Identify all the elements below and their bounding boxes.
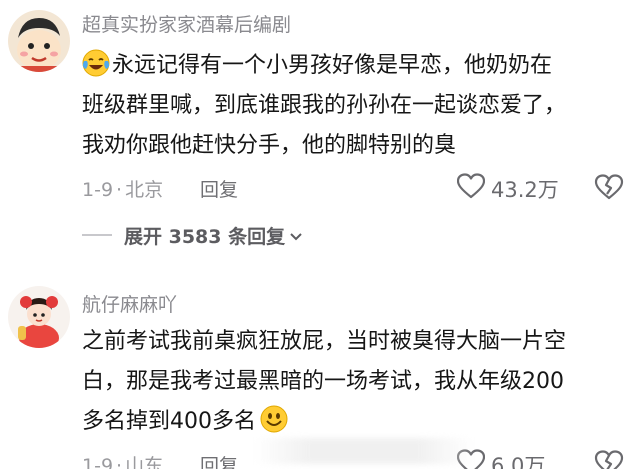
heart-icon [456, 173, 486, 204]
like-button[interactable]: 43.2万 [456, 173, 559, 204]
watermark [254, 438, 474, 464]
like-count: 43.2万 [491, 177, 559, 202]
divider-line [82, 234, 112, 236]
expand-replies-label: 展开 3583 条回复 [124, 225, 286, 248]
comment-text: 之前考试我前桌疯狂放屁，当时被臭得大脑一片空 白，那是我考过最黑暗的一场考试，我… [82, 322, 630, 442]
expand-replies-button[interactable]: 展开 3583 条回复 [82, 220, 303, 250]
comment-meta: 1-9 · 北京 回复 43.2万 [82, 173, 634, 203]
date-location: 1-9 · 山东 [82, 451, 163, 469]
comment-line: 永远记得有一个小男孩好像是早恋，他奶奶在 [82, 46, 630, 86]
crying-laughing-emoji-icon [82, 49, 110, 77]
reply-button[interactable]: 回复 [200, 175, 238, 202]
comment-date: 1-9 [82, 455, 114, 469]
comment-line: 之前考试我前桌疯狂放屁，当时被臭得大脑一片空 [82, 329, 567, 354]
username[interactable]: 航仔麻麻吖 [82, 290, 177, 317]
comment-line: 班级群里喊，到底谁跟我的孙孙在一起谈恋爱了， [82, 93, 567, 118]
comment-text: 永远记得有一个小男孩好像是早恋，他奶奶在 班级群里喊，到底谁跟我的孙孙在一起谈恋… [82, 46, 630, 166]
avatar[interactable] [8, 286, 70, 348]
dislike-button[interactable] [594, 173, 624, 206]
comment-line: 我劝你跟他赶快分手，他的脚特别的臭 [82, 133, 457, 158]
date-location: 1-9 · 北京 [82, 179, 164, 201]
username[interactable]: 超真实扮家家酒幕后编剧 [82, 10, 291, 37]
broken-heart-icon [594, 174, 624, 200]
comment-location: 山东 [125, 455, 164, 469]
comment-line: 白，那是我考过最黑暗的一场考试，我从年级200 [82, 369, 564, 394]
reply-button[interactable]: 回复 [200, 451, 238, 469]
comment-list: 超真实扮家家酒幕后编剧 永远记得有一个小男孩好像是早恋，他奶奶在 班级群里喊，到… [0, 0, 634, 469]
chevron-down-icon [289, 227, 303, 246]
dislike-button[interactable] [594, 449, 624, 469]
avatar[interactable] [8, 10, 70, 72]
comment-line: 多名掉到400多名 [82, 402, 630, 442]
broken-heart-icon [594, 450, 624, 469]
comment-date: 1-9 [82, 179, 114, 201]
grinning-emoji-icon [260, 405, 288, 433]
like-count: 6.0万 [491, 453, 546, 469]
comment-location: 北京 [125, 179, 164, 201]
